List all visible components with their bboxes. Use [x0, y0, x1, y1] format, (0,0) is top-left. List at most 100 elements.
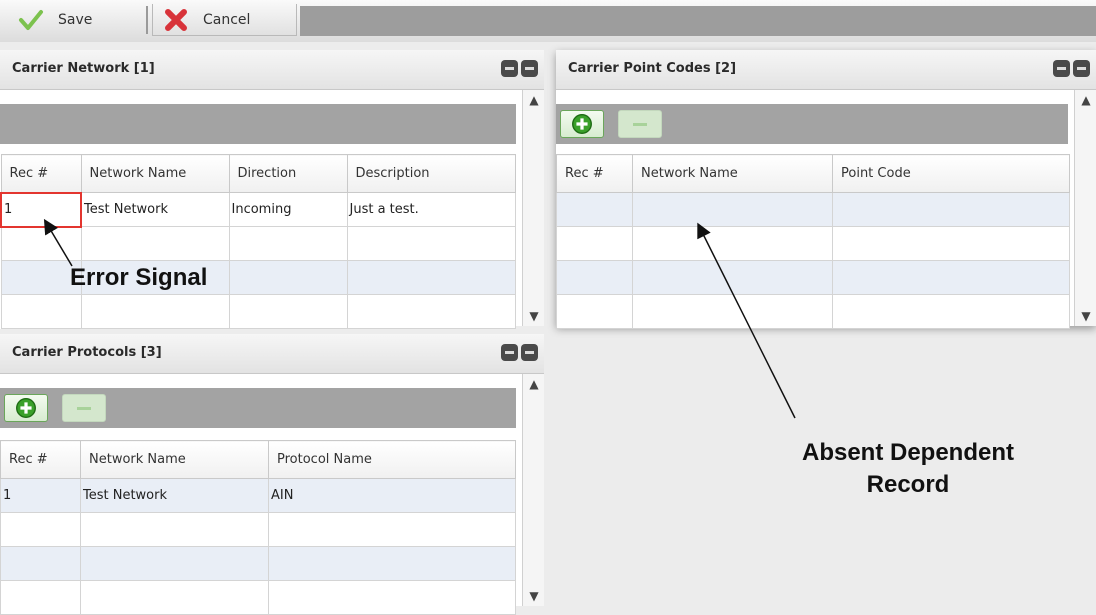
remove-record-button[interactable] [62, 394, 106, 422]
table-cell[interactable] [0, 294, 82, 329]
vertical-scrollbar[interactable]: ▲ ▼ [522, 374, 544, 606]
table-cell[interactable] [80, 226, 230, 261]
table-cell[interactable] [80, 580, 269, 615]
table-row[interactable]: 1 Test Network Incoming Just a test. [0, 191, 516, 228]
panel-body: Rec # Network Name Protocol Name 1 Test … [0, 374, 544, 615]
column-header-network-name[interactable]: Network Name [80, 440, 269, 479]
panel-title: Carrier Point Codes [2] [568, 61, 737, 76]
network-name-cell[interactable]: Test Network [80, 192, 230, 227]
column-header-rec[interactable]: Rec # [0, 440, 81, 479]
table-cell[interactable] [346, 294, 516, 329]
carrier-point-codes-panel: Carrier Point Codes [2] Rec # Network Na… [556, 50, 1096, 329]
add-record-button[interactable] [4, 394, 48, 422]
absent-record-annotation: Absent Dependent Record [780, 437, 1036, 501]
window-buttons [501, 60, 538, 77]
table-cell[interactable] [556, 294, 633, 329]
table-cell[interactable] [80, 294, 230, 329]
save-button[interactable]: Save [8, 4, 146, 36]
table-cell[interactable] [268, 512, 516, 547]
column-header-direction[interactable]: Direction [228, 154, 348, 193]
table-row[interactable] [556, 192, 1070, 227]
column-header-network-name[interactable]: Network Name [80, 154, 230, 193]
table-cell[interactable] [268, 546, 516, 581]
table-cell[interactable] [832, 192, 1070, 227]
table-row[interactable] [0, 294, 516, 329]
panel-title: Carrier Protocols [3] [12, 345, 162, 360]
table-cell[interactable] [0, 226, 82, 261]
column-header-point-code[interactable]: Point Code [832, 154, 1070, 193]
minimize-icon[interactable] [1053, 60, 1070, 77]
panel-toolbar [0, 388, 516, 428]
table-cell[interactable] [832, 260, 1070, 295]
table-row[interactable] [556, 226, 1070, 261]
table-row[interactable] [556, 294, 1070, 329]
table-cell[interactable] [0, 260, 82, 295]
table-cell[interactable] [346, 226, 516, 261]
table-row[interactable]: 1 Test Network AIN [0, 478, 516, 513]
table-cell[interactable] [346, 260, 516, 295]
minimize-icon[interactable] [501, 344, 518, 361]
window-buttons [1053, 60, 1090, 77]
panel-header: Carrier Network [1] [0, 50, 544, 90]
scroll-up-icon[interactable]: ▲ [523, 374, 545, 394]
column-header-protocol-name[interactable]: Protocol Name [268, 440, 516, 479]
restore-icon[interactable] [521, 344, 538, 361]
table-cell[interactable] [0, 512, 81, 547]
scroll-down-icon[interactable]: ▼ [523, 306, 545, 326]
description-cell[interactable]: Just a test. [346, 192, 516, 227]
rec-cell-error[interactable]: 1 [0, 191, 82, 228]
table-cell[interactable] [632, 260, 833, 295]
table-cell[interactable] [632, 192, 833, 227]
cancel-button[interactable]: Cancel [152, 4, 297, 36]
column-header-rec[interactable]: Rec # [0, 154, 82, 193]
add-record-button[interactable] [560, 110, 604, 138]
table-cell[interactable] [80, 512, 269, 547]
table-cell[interactable] [832, 294, 1070, 329]
direction-cell[interactable]: Incoming [228, 192, 348, 227]
panel-body: Rec # Network Name Point Code ▲ ▼ [556, 90, 1096, 329]
restore-icon[interactable] [1073, 60, 1090, 77]
table-cell[interactable] [556, 226, 633, 261]
absent-record-line-2: Record [866, 471, 950, 498]
carrier-point-codes-table: Rec # Network Name Point Code [556, 154, 1070, 329]
restore-icon[interactable] [521, 60, 538, 77]
table-cell[interactable] [632, 294, 833, 329]
table-cell[interactable] [80, 546, 269, 581]
carrier-protocols-panel: Carrier Protocols [3] Rec # Network Name… [0, 334, 544, 615]
absent-record-line-1: Absent Dependent [801, 439, 1014, 466]
scroll-up-icon[interactable]: ▲ [1075, 90, 1096, 110]
error-signal-annotation: Error Signal [70, 264, 208, 291]
table-cell[interactable] [228, 226, 348, 261]
protocol-name-cell[interactable]: AIN [268, 478, 516, 513]
panel-toolbar [0, 104, 516, 144]
column-header-rec[interactable]: Rec # [556, 154, 633, 193]
scroll-down-icon[interactable]: ▼ [1075, 306, 1096, 326]
x-icon [165, 8, 187, 31]
vertical-scrollbar[interactable]: ▲ ▼ [522, 90, 544, 326]
rec-cell[interactable]: 1 [0, 478, 81, 513]
table-cell[interactable] [228, 294, 348, 329]
remove-record-button[interactable] [618, 110, 662, 138]
table-cell[interactable] [632, 226, 833, 261]
table-row[interactable] [0, 580, 516, 615]
table-row[interactable] [556, 260, 1070, 295]
table-cell[interactable] [556, 260, 633, 295]
table-cell[interactable] [556, 192, 633, 227]
table-row[interactable] [0, 546, 516, 581]
plus-icon [16, 398, 36, 418]
column-header-description[interactable]: Description [346, 154, 516, 193]
table-row[interactable] [0, 226, 516, 261]
table-cell[interactable] [0, 580, 81, 615]
minimize-icon[interactable] [501, 60, 518, 77]
table-cell[interactable] [0, 546, 81, 581]
network-name-cell[interactable]: Test Network [80, 478, 269, 513]
column-header-network-name[interactable]: Network Name [632, 154, 833, 193]
table-cell[interactable] [268, 580, 516, 615]
table-row[interactable] [0, 512, 516, 547]
table-cell[interactable] [228, 260, 348, 295]
table-header-row: Rec # Network Name Point Code [556, 154, 1070, 193]
scroll-down-icon[interactable]: ▼ [523, 586, 545, 606]
table-cell[interactable] [832, 226, 1070, 261]
scroll-up-icon[interactable]: ▲ [523, 90, 545, 110]
vertical-scrollbar[interactable]: ▲ ▼ [1074, 90, 1096, 326]
